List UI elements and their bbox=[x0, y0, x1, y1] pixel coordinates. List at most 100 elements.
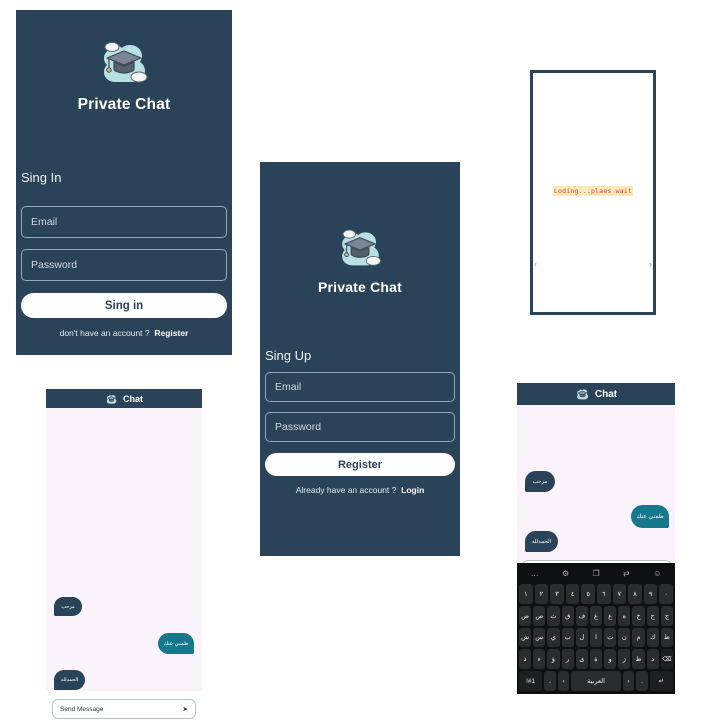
key-ؤ[interactable]: ؤ bbox=[547, 649, 560, 670]
chat-message-list: مرحب طمني عنك الحمدلله Send Message ➤ bbox=[517, 405, 675, 581]
key-ش[interactable]: ش bbox=[518, 627, 532, 648]
chat-message-list: مرحب طمني عنك الحمدلله Send Message ➤ bbox=[46, 408, 202, 719]
key-ء[interactable]: ء bbox=[533, 649, 546, 670]
keyboard-row-3: ذ ء ؤ ر ى ة و ز ظ د ⌫ bbox=[518, 649, 674, 670]
key-ض[interactable]: ض bbox=[518, 605, 532, 626]
keyboard-row-2: شسيبلاتنمكط bbox=[518, 627, 674, 648]
signin-section-label: Sing In bbox=[21, 170, 62, 185]
signup-section-label: Sing Up bbox=[265, 348, 312, 363]
sticker-icon[interactable]: ☺ bbox=[653, 569, 661, 578]
key-ب[interactable]: ب bbox=[561, 627, 574, 648]
send-icon[interactable]: ➤ bbox=[183, 705, 188, 713]
key-س[interactable]: س bbox=[533, 627, 546, 648]
gear-icon[interactable]: ⚙ bbox=[562, 569, 569, 578]
clipboard-icon[interactable]: ❐ bbox=[593, 569, 600, 578]
password-placeholder: Password bbox=[31, 259, 78, 271]
chat-bubble-received: مرحب bbox=[525, 471, 555, 492]
next-key[interactable]: › bbox=[622, 671, 635, 691]
key-ز[interactable]: ز bbox=[618, 649, 631, 670]
key-ي[interactable]: ي bbox=[547, 627, 560, 648]
key-٦[interactable]: ٦ bbox=[597, 584, 611, 604]
key-ل[interactable]: ل bbox=[575, 627, 588, 648]
right-edge-handle[interactable]: › bbox=[647, 258, 654, 270]
left-edge-handle[interactable]: ‹ bbox=[532, 258, 539, 270]
key-٤[interactable]: ٤ bbox=[565, 584, 580, 604]
signin-footer-text: don't have an account ? bbox=[59, 328, 150, 338]
email-field[interactable]: Email bbox=[265, 372, 455, 402]
key-٠[interactable]: ٠ bbox=[659, 584, 673, 604]
key-٩[interactable]: ٩ bbox=[643, 584, 658, 604]
email-field[interactable]: Email bbox=[21, 206, 227, 238]
key-غ[interactable]: غ bbox=[589, 605, 603, 626]
key-ط[interactable]: ط bbox=[660, 627, 674, 648]
login-link[interactable]: Login bbox=[401, 485, 424, 495]
chat-bubble-sent: طمني عنك bbox=[631, 505, 669, 528]
key-ف[interactable]: ف bbox=[575, 605, 588, 626]
more-icon[interactable]: … bbox=[531, 569, 539, 578]
chat-bubble-sent: طمني عنك bbox=[158, 633, 194, 654]
email-placeholder: Email bbox=[275, 381, 302, 393]
password-field[interactable]: Password bbox=[21, 249, 227, 281]
graduation-cap-cloud-icon bbox=[106, 394, 117, 404]
email-placeholder: Email bbox=[31, 216, 58, 228]
password-field[interactable]: Password bbox=[265, 412, 455, 442]
chat-screen-with-keyboard: Chat مرحب طمني عنك الحمدلله Send Message… bbox=[517, 383, 675, 581]
key-٧[interactable]: ٧ bbox=[612, 584, 627, 604]
key-ت[interactable]: ت bbox=[604, 627, 617, 648]
key-٣[interactable]: ٣ bbox=[550, 584, 564, 604]
chat-bubble-received: مرحب bbox=[54, 597, 82, 616]
key-ع[interactable]: ع bbox=[604, 605, 617, 626]
key-١[interactable]: ١ bbox=[519, 584, 533, 604]
keyboard-row-1: ضصثقفغعهخحج bbox=[518, 605, 674, 626]
signup-footer-text: Already have an account ? bbox=[295, 485, 397, 495]
key-د[interactable]: د bbox=[646, 649, 659, 670]
page-title: Private Chat bbox=[317, 279, 403, 295]
password-placeholder: Password bbox=[275, 421, 322, 433]
key-ص[interactable]: ص bbox=[533, 605, 546, 626]
translate-icon[interactable]: ⇄ bbox=[623, 569, 630, 578]
key-٨[interactable]: ٨ bbox=[628, 584, 642, 604]
page-title: Private Chat bbox=[77, 96, 171, 113]
keyboard-row-numbers: ١٢٣٤٥٦٧٨٩٠ bbox=[519, 584, 673, 604]
arabic-keyboard[interactable]: … ⚙ ❐ ⇄ ☺ ١٢٣٤٥٦٧٨٩٠ ضصثقفغعهخحج شسيبلات… bbox=[517, 563, 675, 694]
comma-key[interactable]: ، bbox=[544, 671, 556, 691]
key-ن[interactable]: ن bbox=[618, 627, 631, 648]
prev-key[interactable]: ‹ bbox=[557, 671, 570, 691]
key-ر[interactable]: ر bbox=[561, 649, 574, 670]
key-ة[interactable]: ة bbox=[589, 649, 603, 670]
key-٥[interactable]: ٥ bbox=[581, 584, 595, 604]
symbols-key[interactable]: !#1 bbox=[519, 671, 543, 691]
key-ك[interactable]: ك bbox=[646, 627, 659, 648]
key-ح[interactable]: ح bbox=[646, 605, 659, 626]
key-⌫[interactable]: ⌫ bbox=[660, 649, 674, 670]
key-ه[interactable]: ه bbox=[618, 605, 631, 626]
key-و[interactable]: و bbox=[604, 649, 617, 670]
key-ظ[interactable]: ظ bbox=[632, 649, 645, 670]
key-ى[interactable]: ى bbox=[575, 649, 588, 670]
key-ج[interactable]: ج bbox=[660, 605, 674, 626]
signin-footer: don't have an account ? Register bbox=[21, 328, 227, 338]
space-key[interactable]: العربية bbox=[571, 671, 621, 691]
chat-bubble-received: الحمدلله bbox=[54, 670, 85, 690]
register-button[interactable]: Register bbox=[265, 453, 455, 476]
key-خ[interactable]: خ bbox=[632, 605, 645, 626]
key-ا[interactable]: ا bbox=[589, 627, 603, 648]
key-ث[interactable]: ث bbox=[547, 605, 560, 626]
key-ذ[interactable]: ذ bbox=[518, 649, 532, 670]
chat-header: Chat bbox=[517, 383, 675, 405]
loading-message: Loding...plaes wait bbox=[553, 186, 633, 196]
enter-key[interactable]: ↵ bbox=[649, 671, 674, 691]
chat-header-title: Chat bbox=[594, 388, 618, 400]
key-م[interactable]: م bbox=[632, 627, 645, 648]
loading-screen-content: Loding...plaes wait ‹ › bbox=[533, 73, 653, 312]
register-link[interactable]: Register bbox=[154, 328, 188, 338]
app-logo bbox=[260, 224, 460, 271]
key-٢[interactable]: ٢ bbox=[534, 584, 549, 604]
message-input-bar[interactable]: Send Message ➤ bbox=[52, 699, 196, 719]
key-ق[interactable]: ق bbox=[561, 605, 574, 626]
period-key[interactable]: . bbox=[636, 671, 648, 691]
app-logo bbox=[16, 36, 232, 88]
signin-button[interactable]: Sing in bbox=[21, 293, 227, 318]
signup-footer: Already have an account ? Login bbox=[265, 485, 455, 495]
keyboard-row-bottom: !#1 ، ‹ العربية ›. ↵ bbox=[519, 671, 674, 691]
